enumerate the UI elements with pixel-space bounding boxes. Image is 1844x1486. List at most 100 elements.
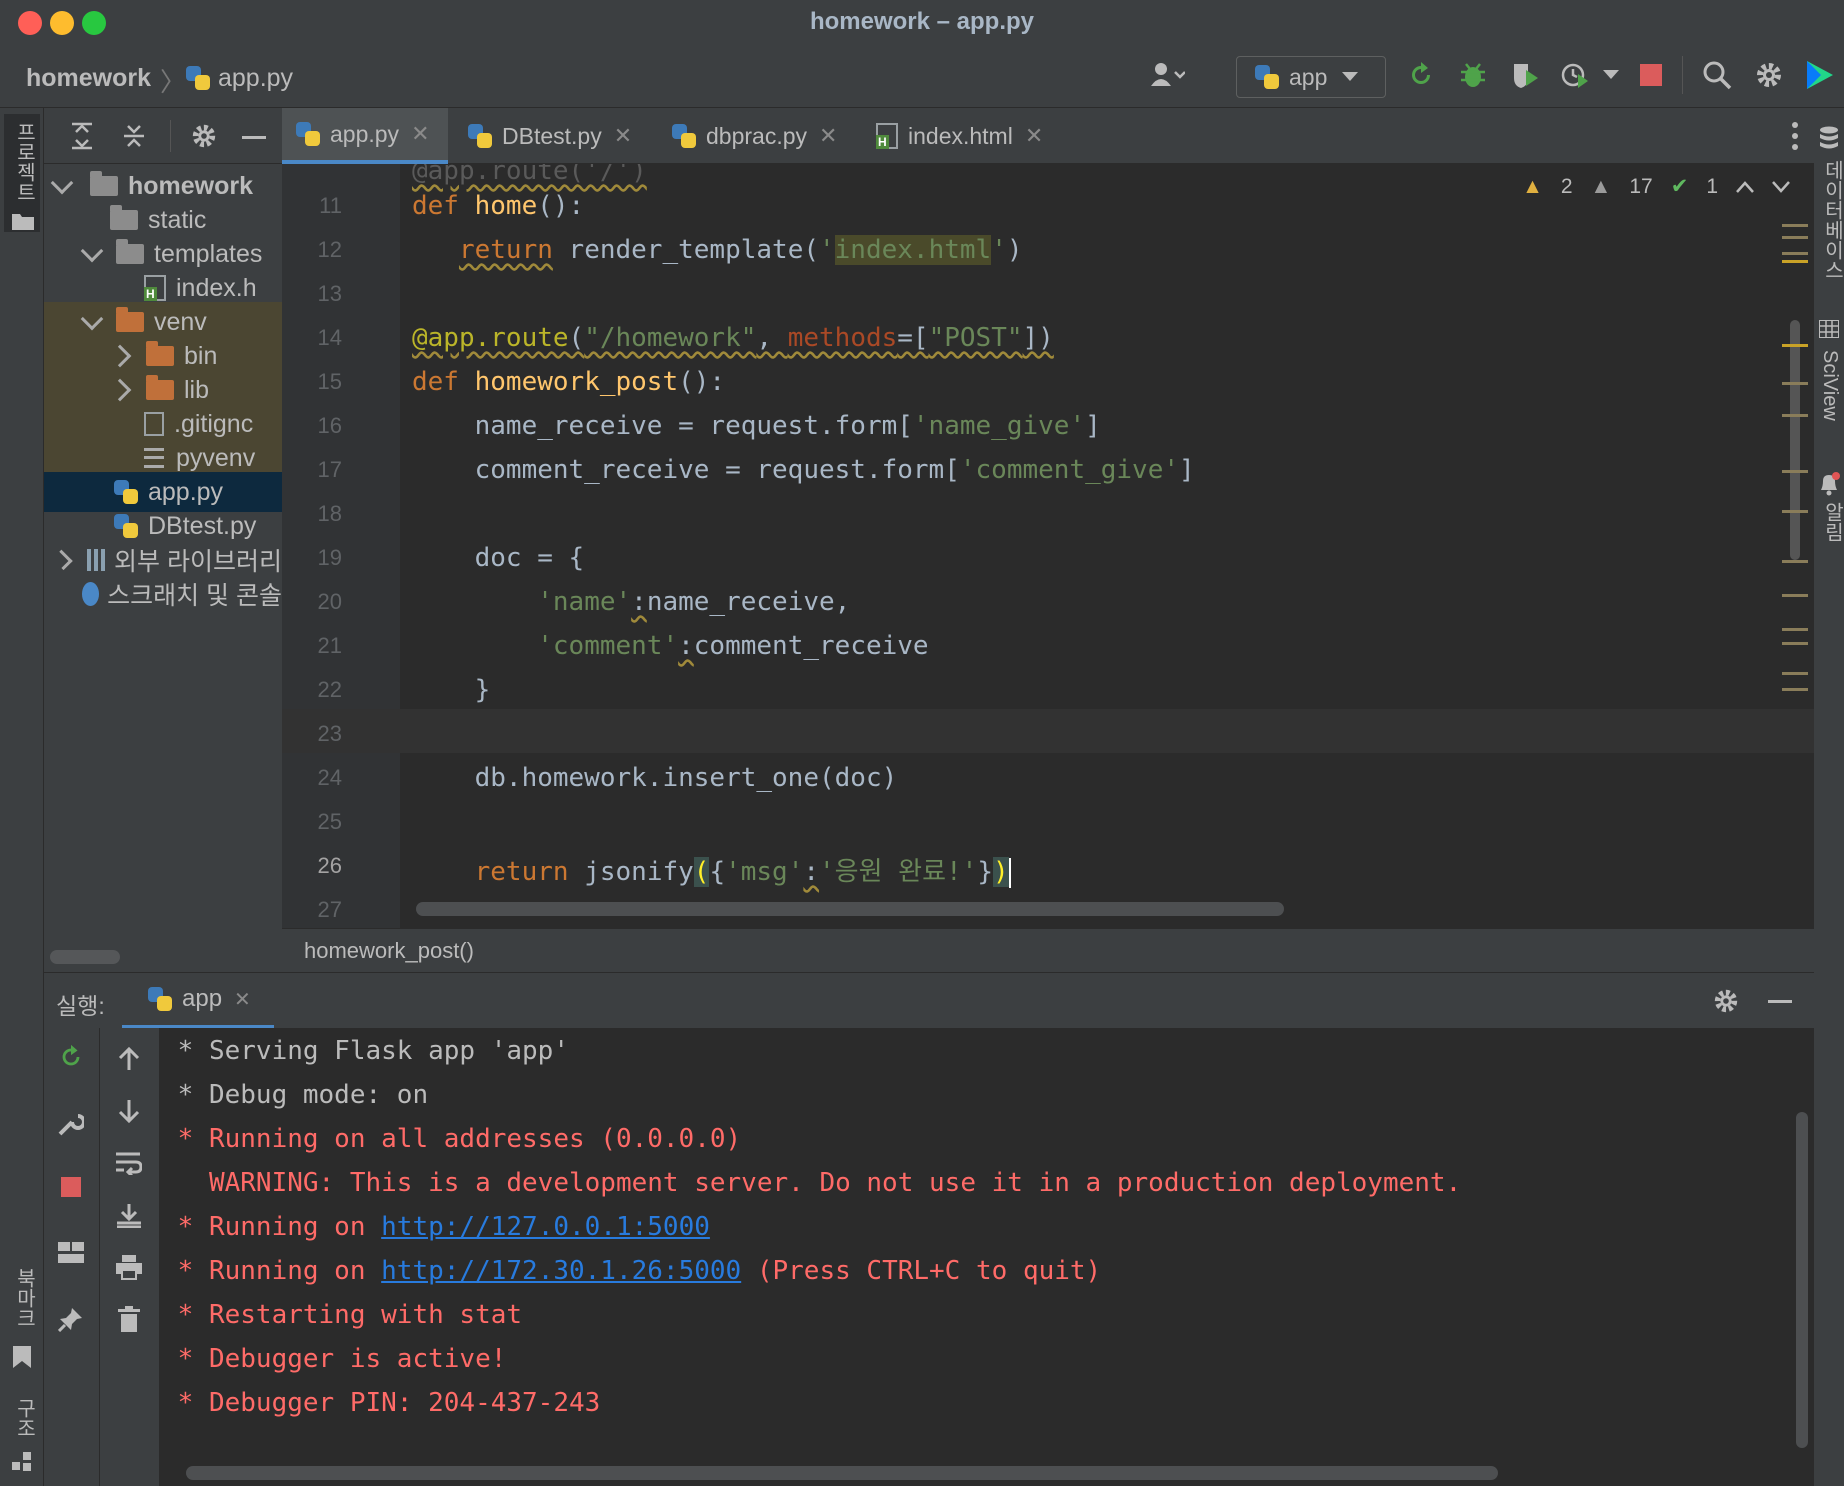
- run-console-output[interactable]: * Serving Flask app 'app' * Debug mode: …: [160, 1028, 1814, 1458]
- error-stripe[interactable]: [1782, 224, 1810, 924]
- console-vertical-scrollbar[interactable]: [1796, 1112, 1808, 1448]
- arrow-down-icon: [118, 1100, 140, 1124]
- modify-run-config-button[interactable]: [56, 1108, 86, 1138]
- project-tool-label[interactable]: 프로젝트: [10, 122, 39, 202]
- rerun-icon: [62, 1044, 80, 1066]
- folder-icon: [116, 239, 144, 264]
- editor-horizontal-scrollbar[interactable]: [416, 902, 1284, 916]
- tab-dbprac-py[interactable]: dbprac.py ✕: [658, 108, 851, 164]
- bug-icon: [1461, 63, 1485, 87]
- chevron-down-icon[interactable]: [1772, 180, 1790, 193]
- folder-icon: [12, 214, 34, 230]
- breadcrumb-project[interactable]: homework: [26, 64, 151, 93]
- python-file-icon: [672, 124, 696, 148]
- notifications-tool-label[interactable]: 알림: [1818, 502, 1844, 542]
- tab-options-menu[interactable]: [1792, 122, 1800, 150]
- hide-panel-icon[interactable]: [242, 136, 266, 140]
- line-number: 12: [317, 237, 342, 262]
- more-run-actions-button[interactable]: [1592, 56, 1630, 94]
- gear-icon[interactable]: [1712, 987, 1740, 1015]
- close-tab-icon[interactable]: ✕: [819, 123, 837, 149]
- inspection-widget[interactable]: ▲ 2 ▲ 17 ✔ 1: [1522, 174, 1790, 199]
- expand-all-icon[interactable]: [72, 122, 92, 150]
- chevron-down-icon: [80, 307, 104, 331]
- scroll-up-button[interactable]: [114, 1044, 144, 1074]
- project-horizontal-scrollbar[interactable]: [50, 950, 120, 964]
- console-link-network[interactable]: http://172.30.1.26:5000: [381, 1256, 741, 1286]
- chevron-right-icon: [52, 549, 73, 571]
- clear-all-button[interactable]: [114, 1304, 144, 1334]
- chevron-up-icon[interactable]: [1736, 180, 1754, 193]
- code-line: name_receive = request.form['name_give']: [412, 411, 1101, 441]
- tab-index-html[interactable]: index.html ✕: [862, 108, 1057, 164]
- debug-button[interactable]: [1454, 56, 1492, 94]
- python-file-icon: [468, 124, 492, 148]
- user-icon: [1151, 63, 1185, 86]
- chevron-down-icon: [50, 171, 74, 195]
- right-tool-strip: 데이터베이스 SciView 알림: [1814, 108, 1844, 1486]
- console-line: * Running on http://127.0.0.1:5000: [162, 1212, 710, 1242]
- code-line: 'comment':comment_receive: [537, 631, 929, 661]
- code-breadcrumb[interactable]: homework_post(): [304, 938, 474, 964]
- sciview-tool-label[interactable]: SciView: [1818, 350, 1841, 421]
- close-tab-icon[interactable]: ✕: [234, 987, 251, 1012]
- stop-button[interactable]: [56, 1172, 86, 1202]
- vcs-user-button[interactable]: [1148, 56, 1186, 94]
- console-line: * Debugger is active!: [162, 1344, 507, 1374]
- stop-button[interactable]: [1632, 56, 1670, 94]
- trash-icon: [118, 1306, 140, 1332]
- pin-tab-button[interactable]: [56, 1304, 86, 1334]
- console-link-localhost[interactable]: http://127.0.0.1:5000: [381, 1212, 710, 1242]
- tree-item-label: lib: [184, 375, 210, 404]
- gear-icon[interactable]: [190, 122, 218, 150]
- profiler-icon: [1561, 63, 1588, 88]
- soft-wrap-button[interactable]: [114, 1148, 144, 1178]
- code-line: return jsonify({'msg':'응원 완료!'}): [474, 857, 1011, 888]
- shield-run-icon: [1514, 64, 1538, 88]
- collapse-all-icon[interactable]: [124, 122, 144, 150]
- rerun-button[interactable]: [56, 1042, 86, 1072]
- title-bar: homework – app.py: [0, 0, 1844, 42]
- settings-button[interactable]: [1750, 56, 1788, 94]
- bookmarks-tool-label[interactable]: 북마크: [10, 1268, 39, 1328]
- profile-button[interactable]: [1556, 56, 1594, 94]
- database-tool-label[interactable]: 데이터베이스: [1818, 160, 1844, 280]
- rerun-button[interactable]: [1402, 56, 1440, 94]
- code-with-me-button[interactable]: [1800, 56, 1838, 94]
- tab-label: dbprac.py: [706, 122, 808, 149]
- search-everywhere-button[interactable]: [1698, 56, 1736, 94]
- tab-app-py[interactable]: app.py ✕: [282, 108, 448, 164]
- close-tab-icon[interactable]: ✕: [1025, 123, 1043, 149]
- console-line: * Serving Flask app 'app': [162, 1036, 569, 1066]
- run-tab-app[interactable]: app ✕: [122, 973, 274, 1029]
- code-line: @app.route("/homework", methods=["POST"]…: [412, 323, 1054, 353]
- soft-wrap-icon: [116, 1152, 142, 1175]
- notification-bell-icon: [1821, 472, 1840, 496]
- structure-tool-label[interactable]: 구조: [10, 1398, 39, 1438]
- print-button[interactable]: [114, 1252, 144, 1282]
- layout-icon: [58, 1242, 84, 1263]
- run-with-coverage-button[interactable]: [1506, 56, 1544, 94]
- run-panel-header: 실행: app ✕: [44, 972, 1814, 1029]
- console-horizontal-scrollbar[interactable]: [186, 1466, 1498, 1480]
- database-icon: [1820, 126, 1838, 149]
- hide-panel-icon[interactable]: [1768, 1000, 1792, 1004]
- scroll-down-button[interactable]: [114, 1096, 144, 1126]
- layout-button[interactable]: [56, 1238, 86, 1268]
- tree-item-label: templates: [154, 239, 263, 268]
- run-configuration-selector[interactable]: app: [1236, 56, 1386, 98]
- tab-dbtest-py[interactable]: DBtest.py ✕: [454, 108, 646, 164]
- console-text: (Press CTRL+C to quit): [741, 1256, 1102, 1286]
- text-file-icon: [144, 448, 164, 468]
- close-tab-icon[interactable]: ✕: [411, 121, 429, 147]
- toolbar-separator: [170, 120, 171, 152]
- close-tab-icon[interactable]: ✕: [614, 123, 632, 149]
- bookmark-icon: [13, 1346, 31, 1368]
- python-file-icon: [186, 66, 210, 90]
- tree-item-scratches[interactable]: 스크래치 및 콘솔: [44, 574, 282, 614]
- line-number: 20: [317, 589, 342, 614]
- code-editor[interactable]: 11 12 13 14 15 16 17 18 19 20 21 22 23 24 25 26 27 @app.…: [282, 164, 1814, 928]
- breadcrumb-file[interactable]: app.py: [218, 64, 293, 93]
- scroll-to-end-button[interactable]: [114, 1200, 144, 1230]
- app-logo-icon: [1807, 61, 1833, 89]
